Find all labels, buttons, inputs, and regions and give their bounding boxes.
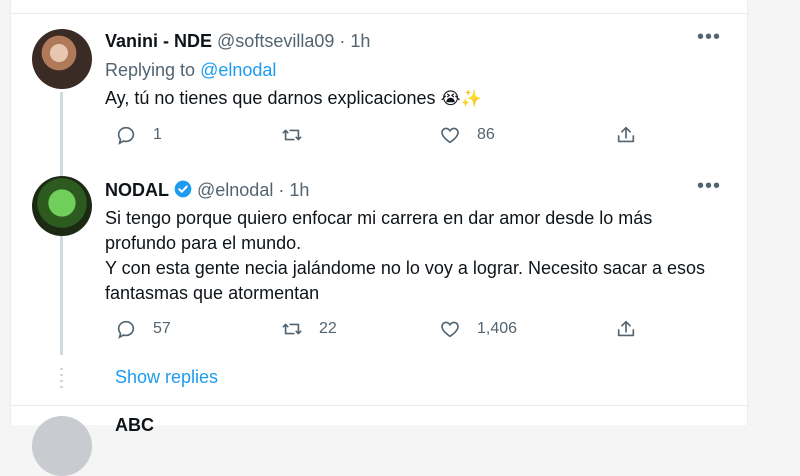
author-name[interactable]: NODAL xyxy=(105,180,169,200)
tweet-thread: Vanini - NDE @softsevilla09 · 1h ••• Rep… xyxy=(10,0,748,476)
verified-badge-icon xyxy=(174,180,192,198)
reply-count: 57 xyxy=(153,320,171,337)
timestamp[interactable]: 1h xyxy=(350,31,370,51)
thread-dotted-connector xyxy=(60,368,63,390)
more-icon[interactable]: ••• xyxy=(697,27,721,47)
tweet-reply-vanini[interactable]: Vanini - NDE @softsevilla09 · 1h ••• Rep… xyxy=(105,27,735,145)
tweet-actions: 57 22 1,406 xyxy=(105,318,645,344)
like-icon xyxy=(441,127,459,144)
tweet-text-line: profundo para el mundo. xyxy=(105,233,302,253)
tweet-header: NODAL @elnodal · 1h xyxy=(105,177,735,203)
tweet-text-line: fantasmas que atormentan xyxy=(105,283,320,303)
like-count: 86 xyxy=(477,126,495,143)
replying-to: Replying to @elnodal xyxy=(105,57,735,83)
tweet-text-line: Y con esta gente necia jalándome no lo v… xyxy=(105,258,706,278)
divider-top xyxy=(11,13,747,14)
tweet-text-content: Ay, tú no tienes que darnos explicacione… xyxy=(105,88,436,108)
reply-button[interactable]: 1 xyxy=(115,124,162,146)
avatar-next-tweet[interactable] xyxy=(32,416,92,476)
next-tweet-author-partial[interactable]: ABC xyxy=(115,415,154,436)
author-handle[interactable]: @elnodal xyxy=(197,180,273,200)
reply-icon xyxy=(117,126,135,145)
share-icon xyxy=(617,320,635,337)
avatar-vanini[interactable] xyxy=(32,29,92,89)
tweet-header: Vanini - NDE @softsevilla09 · 1h xyxy=(105,28,735,54)
like-icon xyxy=(441,321,459,338)
more-icon[interactable]: ••• xyxy=(697,176,721,196)
share-button[interactable] xyxy=(615,318,653,340)
divider-bottom xyxy=(11,405,747,406)
like-count: 1,406 xyxy=(477,320,518,337)
like-button[interactable]: 1,406 xyxy=(439,318,517,340)
tweet-text: Si tengo porque quiero enfocar mi carrer… xyxy=(105,206,735,306)
author-name[interactable]: Vanini - NDE xyxy=(105,31,212,51)
avatar-nodal[interactable] xyxy=(32,176,92,236)
separator-dot: · xyxy=(278,180,285,200)
retweet-button[interactable] xyxy=(281,124,319,146)
tweet-nodal[interactable]: NODAL @elnodal · 1h ••• Si tengo porque q… xyxy=(105,176,735,339)
author-handle[interactable]: @softsevilla09 xyxy=(217,31,334,51)
reply-icon xyxy=(117,320,135,339)
retweet-count: 22 xyxy=(319,320,337,337)
tweet-text-line: Si tengo porque quiero enfocar mi carrer… xyxy=(105,208,653,228)
separator-dot: · xyxy=(339,31,346,51)
retweet-icon xyxy=(282,129,302,141)
reply-count: 1 xyxy=(153,126,162,143)
share-button[interactable] xyxy=(615,124,653,146)
emoji-text: 😭✨ xyxy=(440,89,482,108)
retweet-icon xyxy=(282,323,302,335)
reply-button[interactable]: 57 xyxy=(115,318,171,340)
like-button[interactable]: 86 xyxy=(439,124,495,146)
replying-to-handle[interactable]: @elnodal xyxy=(200,60,276,80)
share-icon xyxy=(617,126,635,143)
tweet-text: Ay, tú no tienes que darnos explicacione… xyxy=(105,86,735,111)
retweet-button[interactable]: 22 xyxy=(281,318,337,340)
replying-to-label: Replying to xyxy=(105,60,201,80)
timestamp[interactable]: 1h xyxy=(289,180,309,200)
tweet-actions: 1 86 xyxy=(105,124,645,150)
show-replies-link[interactable]: Show replies xyxy=(115,367,218,388)
